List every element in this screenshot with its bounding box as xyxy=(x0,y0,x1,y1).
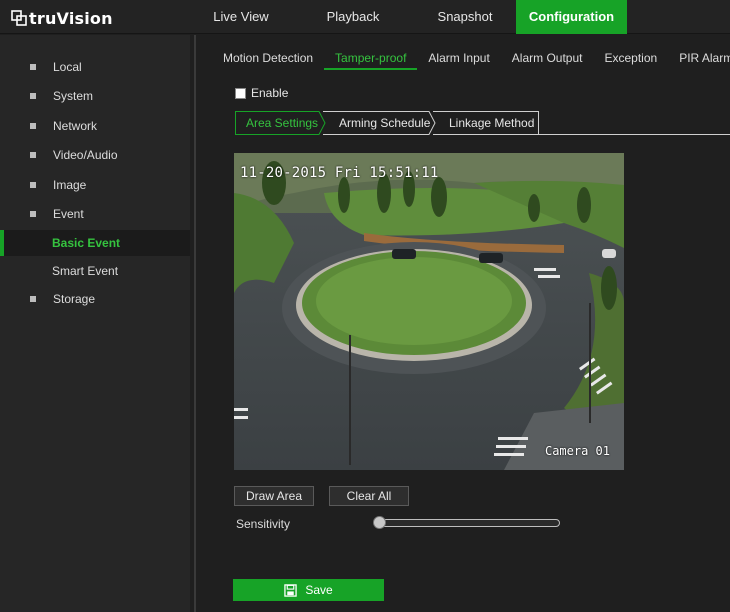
osd-datetime: 11-20-2015 Fri 15:51:11 xyxy=(240,165,439,181)
tab-motion-detection[interactable]: Motion Detection xyxy=(212,44,324,70)
sidebar-item-image[interactable]: Image xyxy=(0,172,190,198)
sidebar-item-video-audio[interactable]: Video/Audio xyxy=(0,142,190,168)
event-sub-nav: Motion Detection Tamper-proof Alarm Inpu… xyxy=(212,44,730,72)
enable-checkbox[interactable] xyxy=(235,87,246,99)
tab-alarm-input[interactable]: Alarm Input xyxy=(417,44,500,70)
camera-scene xyxy=(234,153,624,470)
sensitivity-slider[interactable] xyxy=(376,519,560,527)
enable-label: Enable xyxy=(251,86,289,100)
tab-alarm-output[interactable]: Alarm Output xyxy=(501,44,594,70)
brand-logo: truVision xyxy=(11,6,113,30)
sidebar-item-label: Image xyxy=(53,178,87,192)
sidebar-item-label: Smart Event xyxy=(52,264,119,278)
step-baseline xyxy=(538,134,730,135)
enable-row: Enable xyxy=(235,86,288,100)
tab-configuration[interactable]: Configuration xyxy=(516,0,627,34)
top-nav: Live View Playback Snapshot Configuratio… xyxy=(190,0,627,34)
tab-exception[interactable]: Exception xyxy=(593,44,668,70)
save-button[interactable]: Save xyxy=(233,579,384,601)
tab-pir-alarm[interactable]: PIR Alarm xyxy=(668,44,730,70)
step-arming-schedule[interactable]: Arming Schedule xyxy=(339,111,430,135)
sidebar-item-label: Event xyxy=(53,207,84,221)
sidebar-item-label: System xyxy=(53,89,94,103)
draw-area-button[interactable]: Draw Area xyxy=(234,486,314,506)
bullet-icon xyxy=(30,211,36,217)
step-tabs: Area Settings Arming Schedule Linkage Me… xyxy=(235,111,730,135)
sidebar-item-network[interactable]: Network xyxy=(0,113,190,139)
bullet-icon xyxy=(30,64,36,70)
sidebar-item-local[interactable]: Local xyxy=(0,54,190,80)
sidebar-item-label: Basic Event xyxy=(52,236,121,250)
step-linkage-method[interactable]: Linkage Method xyxy=(449,111,534,135)
sidebar: Local System Network Video/Audio Image E… xyxy=(0,35,190,612)
sensitivity-label: Sensitivity xyxy=(236,517,291,531)
sidebar-item-event[interactable]: Event xyxy=(0,201,190,227)
sidebar-item-smart-event[interactable]: Smart Event xyxy=(0,258,190,284)
step-area-settings[interactable]: Area Settings xyxy=(246,111,318,135)
bullet-icon xyxy=(30,182,36,188)
bullet-icon xyxy=(30,152,36,158)
sidebar-item-basic-event[interactable]: Basic Event xyxy=(0,230,190,256)
osd-camera-name: Camera 01 xyxy=(544,444,610,458)
bullet-icon xyxy=(30,123,36,129)
sidebar-item-storage[interactable]: Storage xyxy=(0,286,190,312)
sidebar-item-label: Local xyxy=(53,60,82,74)
sidebar-item-label: Video/Audio xyxy=(53,148,118,162)
sidebar-item-system[interactable]: System xyxy=(0,83,190,109)
save-icon xyxy=(284,583,298,597)
bullet-icon xyxy=(30,296,36,302)
tab-live-view[interactable]: Live View xyxy=(190,0,292,34)
live-video-preview[interactable]: 11-20-2015 Fri 15:51:11 Camera 01 xyxy=(234,153,624,470)
clear-all-button[interactable]: Clear All xyxy=(329,486,409,506)
truvision-logo-icon xyxy=(11,10,27,26)
tab-playback[interactable]: Playback xyxy=(292,0,414,34)
bullet-icon xyxy=(30,93,36,99)
brand-name: truVision xyxy=(29,8,113,28)
tab-tamper-proof[interactable]: Tamper-proof xyxy=(324,44,418,70)
sidebar-item-label: Storage xyxy=(53,292,96,306)
sidebar-item-label: Network xyxy=(53,119,98,133)
sidebar-divider xyxy=(194,35,196,612)
top-header: truVision Live View Playback Snapshot Co… xyxy=(0,0,730,34)
save-label: Save xyxy=(305,583,333,597)
tab-snapshot[interactable]: Snapshot xyxy=(414,0,516,34)
sensitivity-slider-handle[interactable] xyxy=(373,516,386,529)
